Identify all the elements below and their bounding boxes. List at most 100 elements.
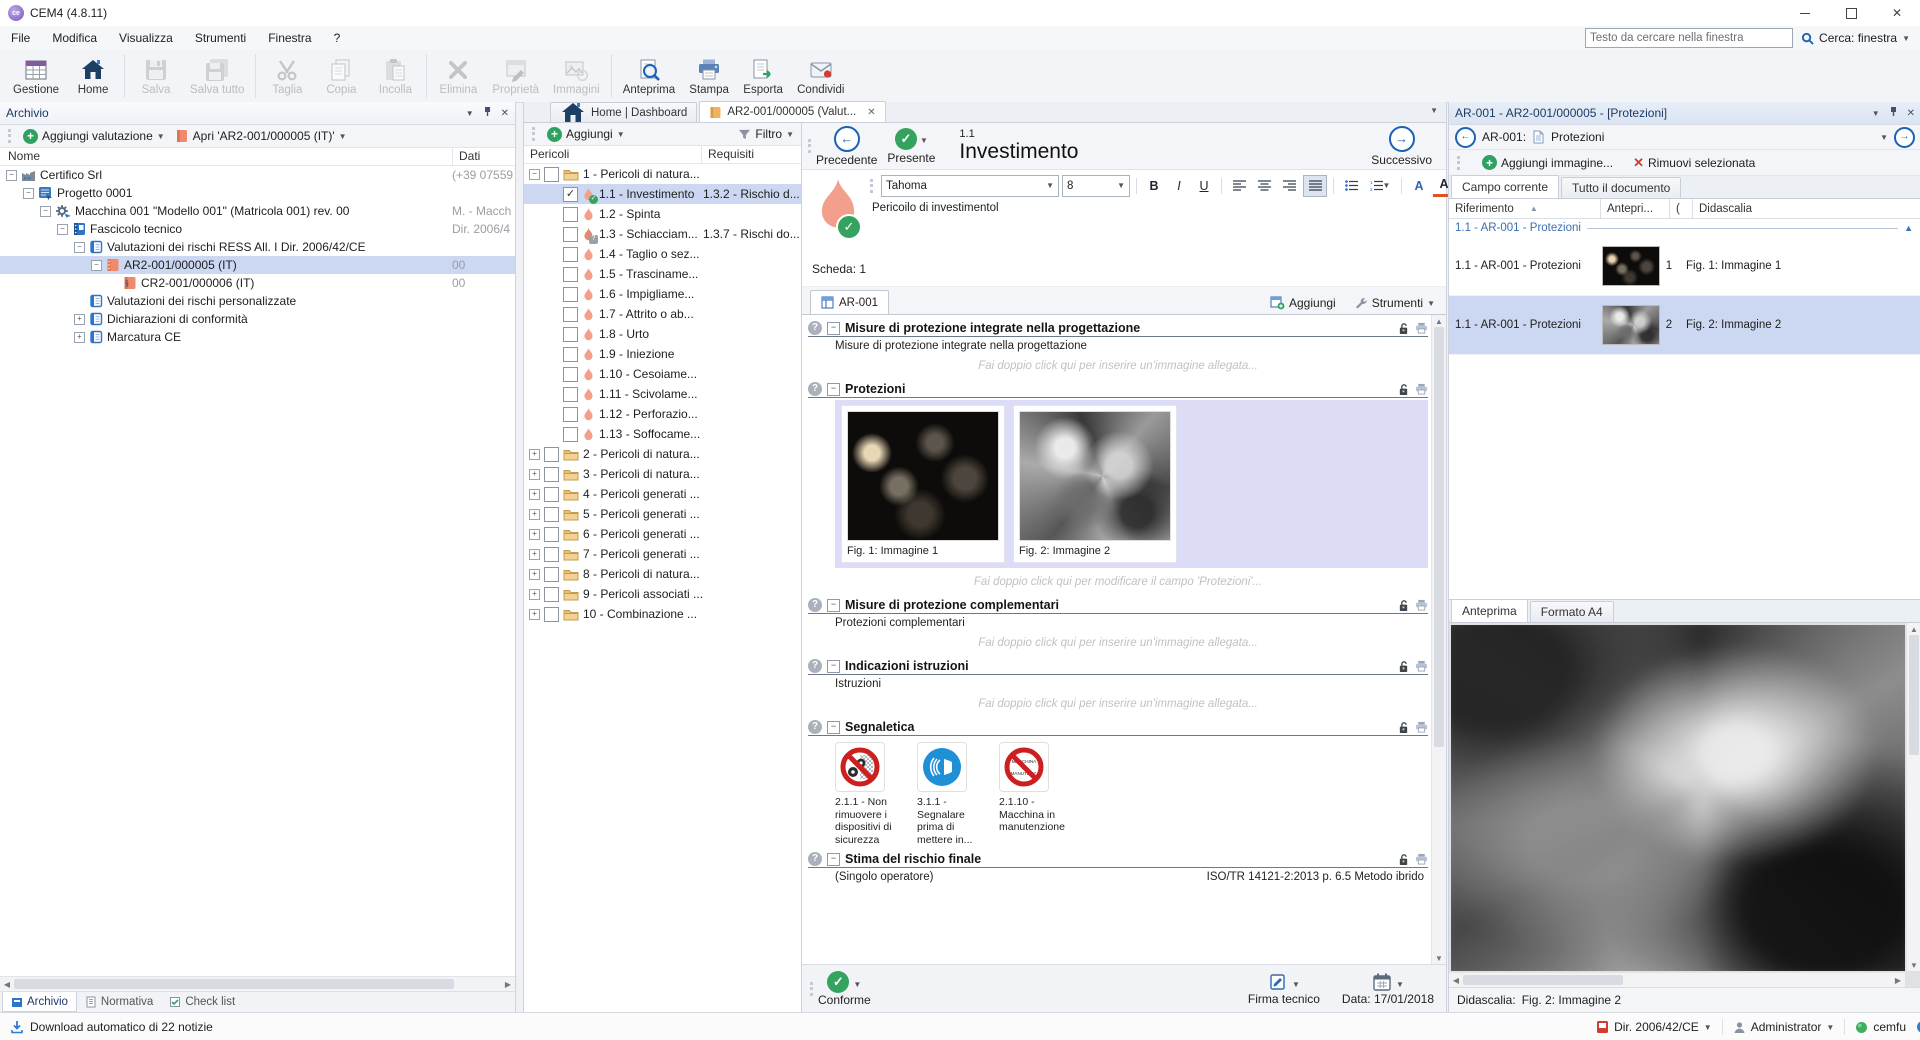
scrollbar-thumb[interactable]	[14, 979, 454, 989]
hazard-row[interactable]: +6 - Pericoli generati ...	[524, 524, 801, 544]
close-button[interactable]: ✕	[1874, 0, 1920, 26]
collapse-section-icon[interactable]: −	[827, 599, 840, 612]
filter-button[interactable]: Filtro ▼	[735, 126, 797, 142]
print-section-icon[interactable]	[1415, 322, 1428, 334]
bottom-tab-check-list[interactable]: Check list	[161, 992, 243, 1012]
bottom-tab-archivio[interactable]: Archivio	[2, 992, 77, 1012]
scroll-up-icon[interactable]: ▲	[1432, 315, 1446, 327]
hazard-row[interactable]: −1.8 - Urto	[524, 324, 801, 344]
salva-button[interactable]: Salva	[129, 50, 183, 102]
scroll-down-icon[interactable]: ▼	[1432, 952, 1446, 964]
chevron-down-icon[interactable]: ▼	[1880, 133, 1888, 142]
hazard-checkbox[interactable]	[563, 347, 578, 362]
expand-icon[interactable]: +	[74, 314, 85, 325]
expand-icon[interactable]: +	[529, 569, 540, 580]
remove-image-button[interactable]: ✕ Rimuovi selezionata	[1630, 154, 1758, 172]
align-left-icon[interactable]	[1228, 176, 1250, 196]
hazard-row[interactable]: −1.4 - Taglio o sez...	[524, 244, 801, 264]
tree-row[interactable]: −Fascicolo tecnicoDir. 2006/4	[0, 220, 515, 238]
scrollbar-thumb[interactable]	[1463, 975, 1623, 985]
collapse-icon[interactable]: −	[40, 206, 51, 217]
hazard-checkbox[interactable]	[544, 447, 559, 462]
hazard-row[interactable]: −1.5 - Trasciname...	[524, 264, 801, 284]
field-tab-ar001[interactable]: AR-001	[810, 290, 889, 314]
hazard-checkbox[interactable]	[563, 367, 578, 382]
hazard-checkbox[interactable]: ✓	[563, 187, 578, 202]
collapse-icon[interactable]: −	[74, 242, 85, 253]
anteprima-button[interactable]: Anteprima	[616, 50, 682, 102]
expand-icon[interactable]: +	[529, 589, 540, 600]
next-button[interactable]: → Successivo	[1371, 126, 1432, 167]
preview-vertical-scrollbar[interactable]: ▲ ▼	[1906, 623, 1920, 971]
elimina-button[interactable]: Elimina	[431, 50, 485, 102]
scroll-up-icon[interactable]: ▲	[1907, 623, 1920, 635]
column-didascalia[interactable]: Didascalia	[1693, 199, 1920, 218]
help-icon[interactable]: ?	[808, 852, 822, 866]
panel-menu-icon[interactable]: ▼	[466, 109, 474, 118]
hazard-row[interactable]: −1.12 - Perforazio...	[524, 404, 801, 424]
hazard-row[interactable]: −1.6 - Impigliame...	[524, 284, 801, 304]
copia-button[interactable]: Copia	[314, 50, 368, 102]
column-anteprima[interactable]: Antepri...	[1601, 199, 1670, 218]
help-button[interactable]: ?	[1916, 1020, 1920, 1034]
scroll-right-icon[interactable]: ▶	[501, 978, 515, 990]
lock-icon[interactable]	[1398, 721, 1409, 734]
scope-tab[interactable]: Tutto il documento	[1561, 177, 1681, 198]
hazard-row[interactable]: −1.2 - Spinta	[524, 204, 801, 224]
hazard-row[interactable]: −?1.3 - Schiacciam...1.3.7 - Rischi do..…	[524, 224, 801, 244]
attached-image[interactable]: Fig. 2: Immagine 2	[1013, 405, 1177, 563]
salva-tutto-button[interactable]: Salva tutto	[183, 50, 251, 102]
tab-list-icon[interactable]: ▼	[1430, 106, 1438, 115]
previous-button[interactable]: ← Precedente	[816, 126, 877, 167]
hazard-row[interactable]: +10 - Combinazione ...	[524, 604, 801, 624]
collapse-icon[interactable]: −	[6, 170, 17, 181]
hazard-checkbox[interactable]	[563, 387, 578, 402]
safety-sign[interactable]: MACCHINAINMANUTENZ.2.1.10 - Macchina in …	[999, 742, 1071, 846]
hazard-checkbox[interactable]	[544, 467, 559, 482]
expand-icon[interactable]: +	[529, 529, 540, 540]
column-requisiti[interactable]: Requisiti	[702, 146, 754, 163]
hazard-checkbox[interactable]	[563, 227, 578, 242]
collapse-group-icon[interactable]: ▲	[1904, 223, 1913, 233]
lock-icon[interactable]	[1398, 383, 1409, 396]
collapse-section-icon[interactable]: −	[827, 660, 840, 673]
maximize-button[interactable]	[1828, 0, 1874, 26]
bold-button[interactable]: B	[1143, 176, 1165, 196]
font-size-select[interactable]: 8 ▼	[1062, 175, 1130, 197]
incolla-button[interactable]: Incolla	[368, 50, 422, 102]
column-pericoli[interactable]: Pericoli	[524, 146, 702, 163]
signature-button[interactable]: ▼ Firma tecnico	[1248, 972, 1320, 1006]
tree-row[interactable]: +Marcatura CE	[0, 328, 515, 346]
hazard-description[interactable]: Pericoilo di investimentol	[872, 202, 999, 214]
scroll-down-icon[interactable]: ▼	[1907, 959, 1920, 971]
scrollbar-thumb[interactable]	[1909, 635, 1919, 755]
print-section-icon[interactable]	[1415, 721, 1428, 733]
hazard-checkbox[interactable]	[544, 607, 559, 622]
hazard-checkbox[interactable]	[563, 287, 578, 302]
lock-icon[interactable]	[1398, 853, 1409, 866]
align-right-icon[interactable]	[1278, 176, 1300, 196]
underline-button[interactable]: U	[1193, 176, 1215, 196]
expand-icon[interactable]: +	[529, 469, 540, 480]
expand-icon[interactable]: +	[529, 489, 540, 500]
column-riferimento[interactable]: Riferimento▲	[1449, 199, 1601, 218]
field-add-button[interactable]: Aggiungi	[1267, 295, 1339, 311]
gallery-row[interactable]: 1.1 - AR-001 - Protezioni1Fig. 1: Immagi…	[1449, 237, 1920, 296]
close-tab-icon[interactable]: ✕	[867, 107, 875, 118]
italic-button[interactable]: I	[1168, 176, 1190, 196]
document-tab[interactable]: Home | Dashboard	[550, 102, 697, 122]
search-input[interactable]	[1585, 28, 1793, 48]
expand-icon[interactable]: +	[74, 332, 85, 343]
preview-tab[interactable]: Formato A4	[1530, 601, 1614, 622]
tree-row[interactable]: −Valutazioni dei rischi personalizzate	[0, 292, 515, 310]
scroll-right-icon[interactable]: ▶	[1891, 974, 1905, 986]
directive-selector[interactable]: Dir. 2006/42/CE ▼	[1596, 1020, 1712, 1034]
gallery-group-row[interactable]: 1.1 - AR-001 - Protezioni ▲	[1449, 219, 1920, 237]
menu-item-[interactable]: ?	[323, 27, 352, 49]
expand-icon[interactable]: +	[529, 509, 540, 520]
immagini-button[interactable]: Immagini	[546, 50, 607, 102]
hazard-checkbox[interactable]	[563, 247, 578, 262]
esporta-button[interactable]: Esporta	[736, 50, 790, 102]
editor-vertical-scrollbar[interactable]: ▲ ▼	[1431, 315, 1446, 964]
gestione-button[interactable]: Gestione	[6, 50, 66, 102]
